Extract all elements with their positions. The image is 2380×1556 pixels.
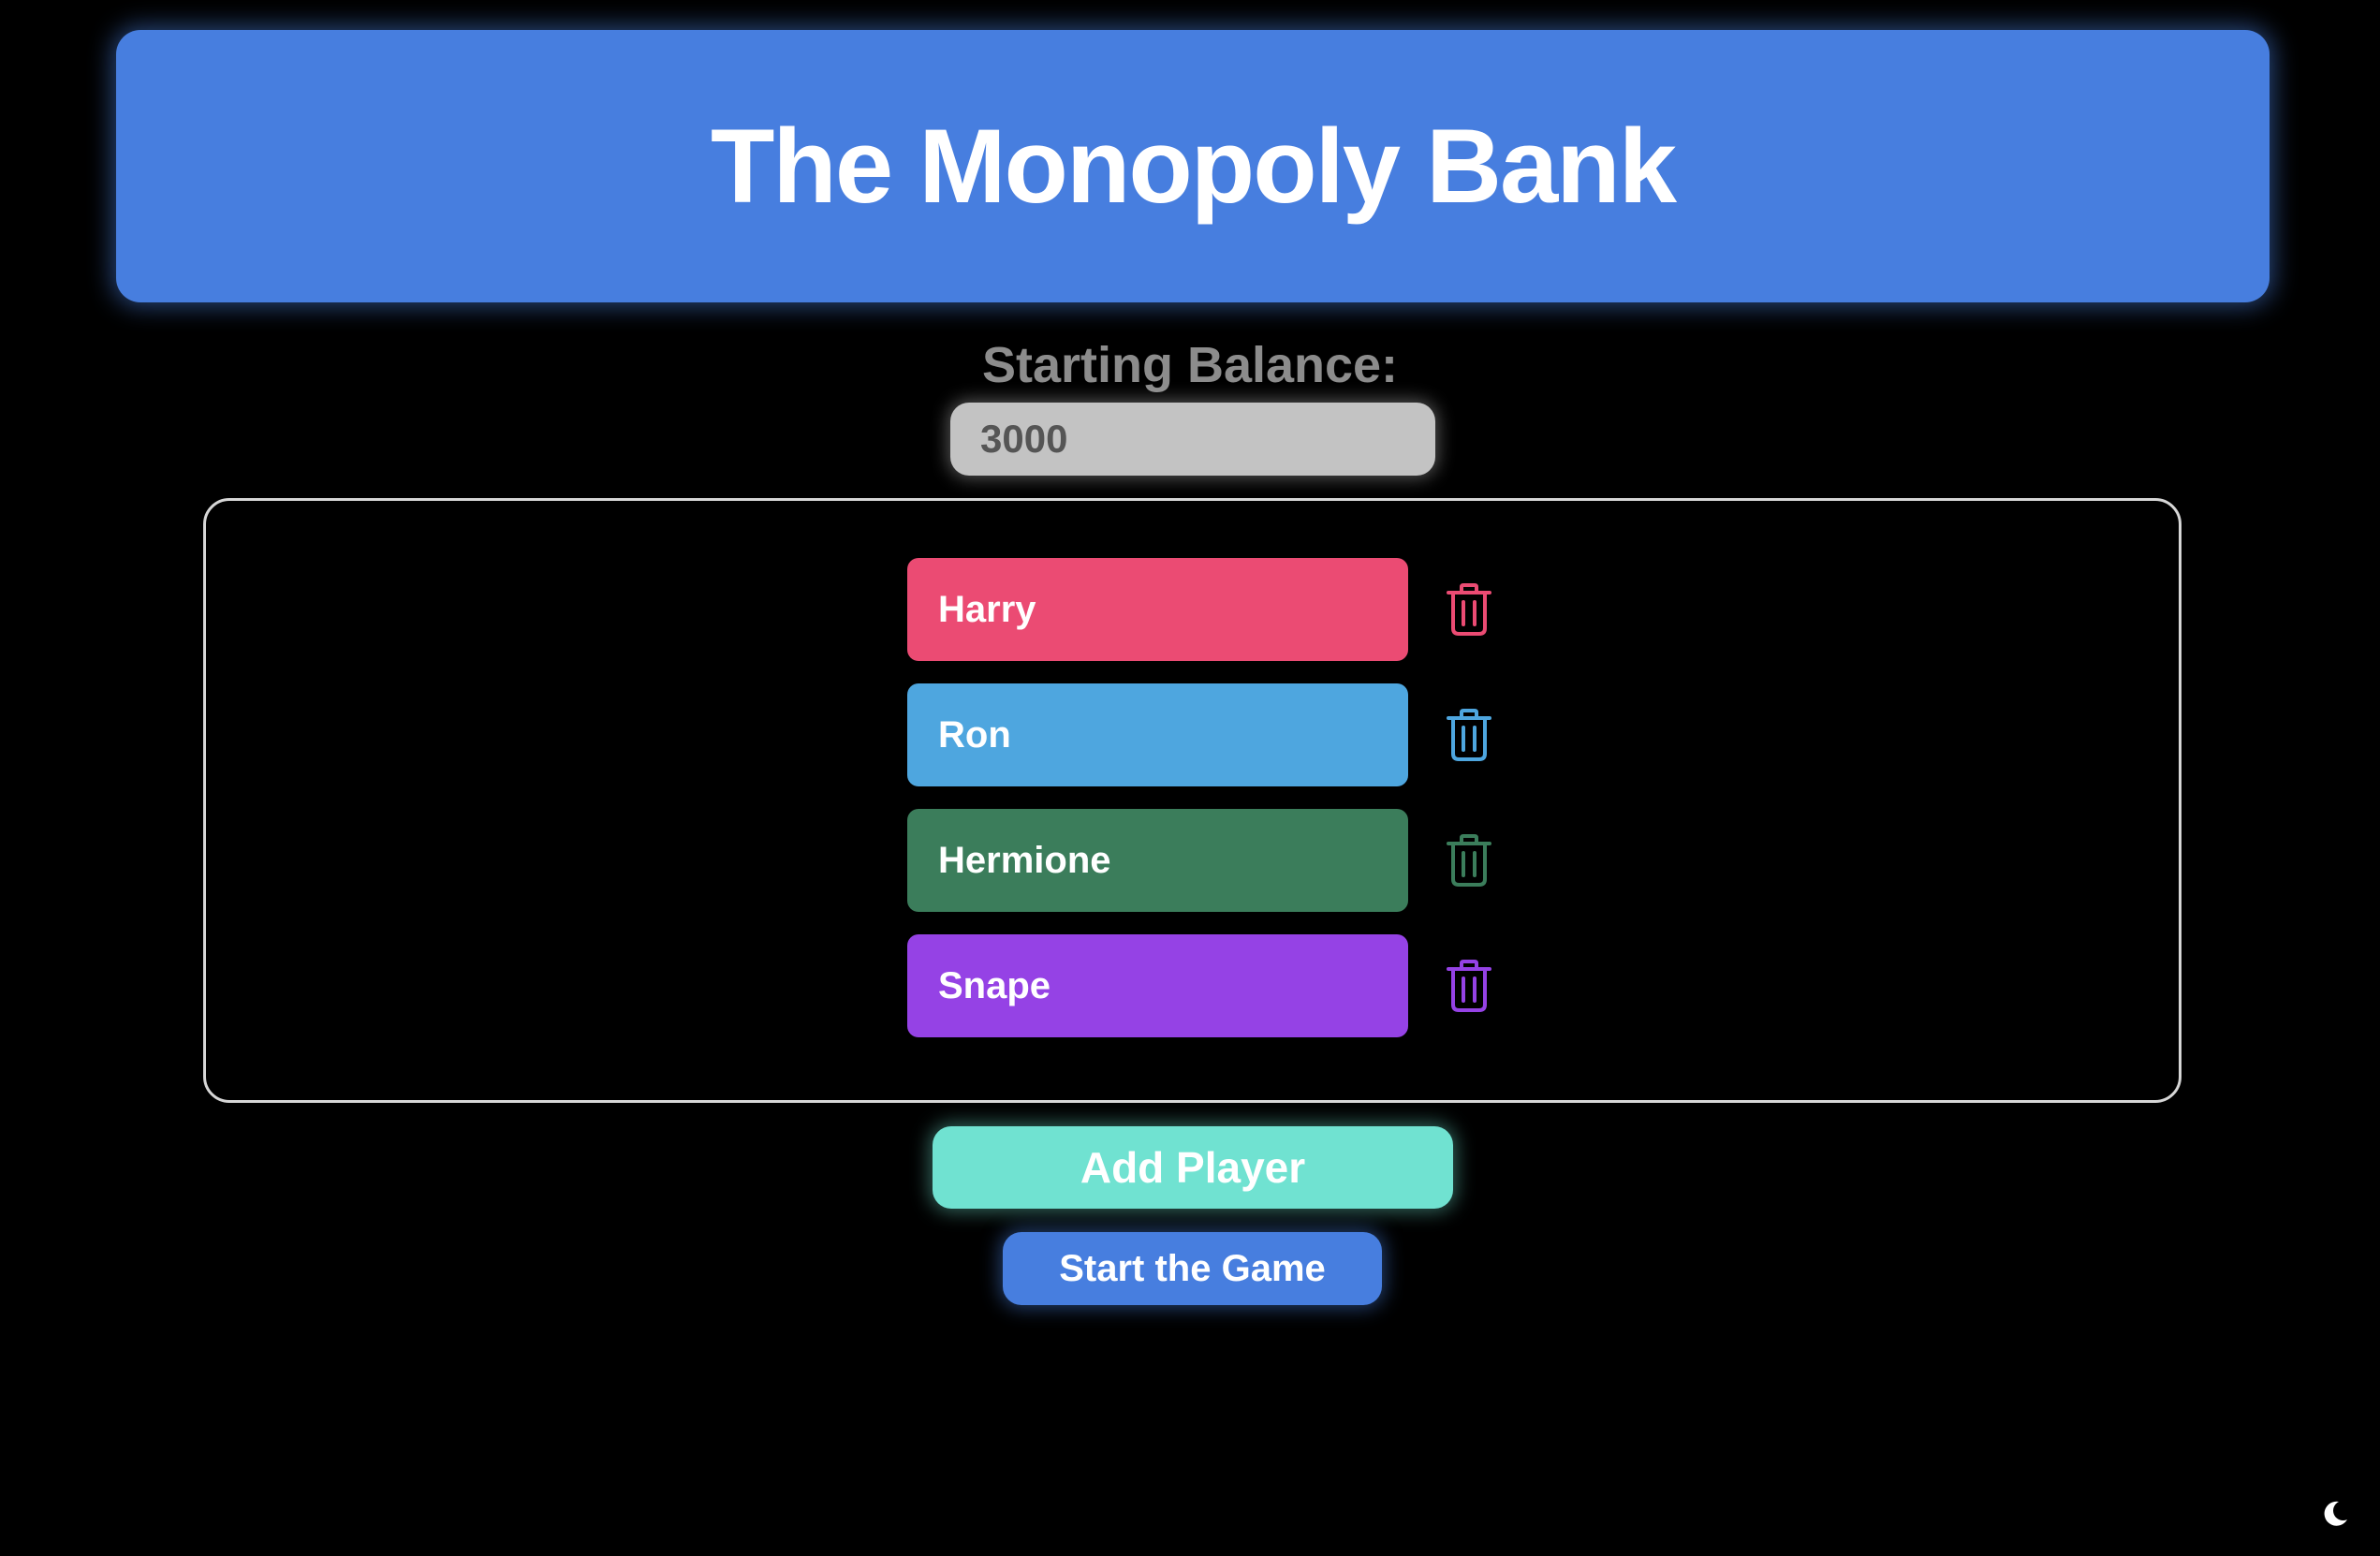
starting-balance-input[interactable] [950, 403, 1435, 476]
moon-icon [2324, 1501, 2347, 1526]
player-name-snape[interactable]: Snape [907, 934, 1408, 1037]
player-name-hermione[interactable]: Hermione [907, 809, 1408, 912]
theme-toggle-button[interactable] [2320, 1499, 2350, 1529]
delete-player-button[interactable] [1443, 958, 1495, 1014]
delete-player-button[interactable] [1443, 707, 1495, 763]
starting-balance-label: Starting Balance: [981, 337, 1399, 393]
trash-icon [1446, 709, 1492, 761]
page-title: The Monopoly Bank [711, 108, 1677, 225]
trash-icon [1446, 583, 1492, 636]
player-row: Hermione [907, 809, 1497, 912]
trash-icon [1446, 960, 1492, 1012]
trash-icon [1446, 834, 1492, 887]
add-player-button[interactable]: Add Player [933, 1126, 1453, 1209]
player-name-ron[interactable]: Ron [907, 683, 1408, 786]
player-row: Ron [907, 683, 1497, 786]
player-row: Harry [907, 558, 1497, 661]
delete-player-button[interactable] [1443, 581, 1495, 638]
app-header: The Monopoly Bank [116, 30, 2270, 302]
start-game-button[interactable]: Start the Game [1003, 1232, 1382, 1305]
player-row: Snape [907, 934, 1497, 1037]
players-list: Harry Ron Hermione Snape [203, 498, 2182, 1103]
player-name-harry[interactable]: Harry [907, 558, 1408, 661]
delete-player-button[interactable] [1443, 832, 1495, 888]
